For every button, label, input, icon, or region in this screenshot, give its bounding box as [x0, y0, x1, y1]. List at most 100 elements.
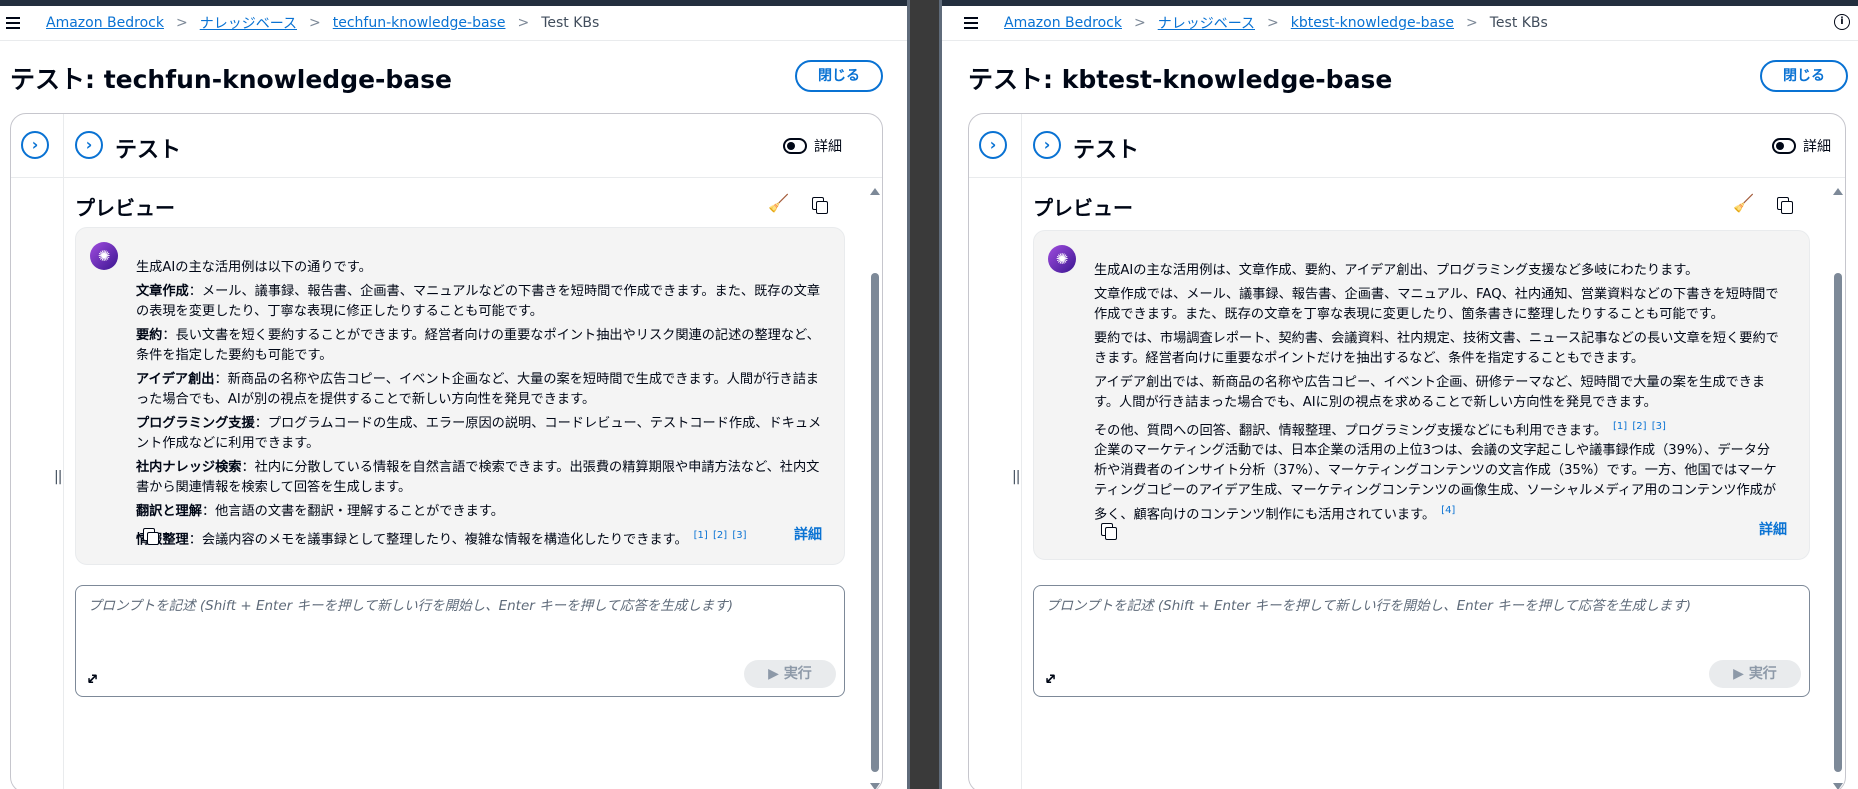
- citation-links[interactable]: [4]: [1441, 505, 1455, 516]
- drag-handle-icon[interactable]: ||: [1012, 469, 1021, 485]
- breadcrumb-knowledge-base[interactable]: ナレッジベース: [1158, 13, 1255, 33]
- scroll-down-icon[interactable]: [870, 783, 880, 789]
- title-row: テスト: techfun-knowledge-base 閉じる: [10, 56, 897, 96]
- preview-area: プレビュー 🧹 ✺ 生成AIの主な活用例は以下の通りです。 文章作成：メール、議…: [65, 178, 860, 789]
- collapse-column: ›: [11, 114, 64, 177]
- clear-brush-icon[interactable]: 🧹: [1733, 193, 1755, 215]
- hamburger-menu-icon[interactable]: [6, 16, 26, 30]
- prompt-input[interactable]: プロンプトを記述 (Shift + Enter キーを押して新しい行を開始し、E…: [1033, 585, 1810, 697]
- message-paragraph: その他、質問への回答、翻訳、情報整理、プログラミング支援などにも利用できます。 […: [1094, 417, 1783, 441]
- item-term: 社内ナレッジ検索: [136, 460, 242, 475]
- chevron-right-circle-icon[interactable]: ›: [75, 131, 103, 159]
- panel-title: テスト: [115, 138, 182, 163]
- copy-icon[interactable]: [1101, 523, 1117, 540]
- ai-brain-avatar-icon: ✺: [1048, 245, 1076, 273]
- test-panel: › › テスト 詳細 || プレビュー 🧹 ✺ 生成AIの主な活用例は、文章作成…: [968, 113, 1846, 789]
- prompt-input[interactable]: プロンプトを記述 (Shift + Enter キーを押して新しい行を開始し、E…: [75, 585, 845, 697]
- list-item: 情報整理：会議内容のメモを議事録として整理したり、複雑な情報を構造化したりできま…: [136, 526, 826, 550]
- panel-header: › › テスト 詳細: [11, 114, 882, 178]
- item-text: ：新商品の名称や広告コピー、イベント企画など、大量の案を短時間で生成できます。人…: [136, 372, 819, 407]
- play-icon: ▶: [1733, 666, 1749, 682]
- breadcrumb-separator-icon: >: [1267, 15, 1279, 31]
- run-label: 実行: [1748, 666, 1777, 682]
- scroll-down-icon[interactable]: [1833, 783, 1843, 789]
- toggle-label: 詳細: [814, 139, 842, 155]
- collapse-column: ›: [969, 114, 1022, 177]
- detail-link[interactable]: 詳細: [794, 524, 822, 544]
- message-paragraph: 文章作成では、メール、議事録、報告書、企画書、マニュアル、FAQ、社内通知、営業…: [1094, 287, 1779, 322]
- message-paragraph: 生成AIの主な活用例は、文章作成、要約、アイデア創出、プログラミング支援など多岐…: [1094, 263, 1699, 278]
- message-intro: 生成AIの主な活用例は以下の通りです。: [136, 260, 372, 275]
- toggle-switch-icon[interactable]: [1772, 138, 1796, 154]
- panel-title: テスト: [1073, 138, 1140, 163]
- prompt-placeholder: プロンプトを記述 (Shift + Enter キーを押して新しい行を開始し、E…: [1046, 598, 1691, 614]
- copy-icon[interactable]: [812, 197, 828, 214]
- breadcrumb-separator-icon: >: [175, 15, 188, 31]
- breadcrumb-separator-icon: >: [1466, 15, 1478, 31]
- scroll-thumb[interactable]: [1834, 273, 1842, 772]
- breadcrumb-bedrock[interactable]: Amazon Bedrock: [46, 15, 164, 31]
- breadcrumb: Amazon Bedrock > ナレッジベース > techfun-knowl…: [0, 6, 907, 41]
- right-pane: Amazon Bedrock > ナレッジベース > kbtest-knowle…: [942, 6, 1858, 789]
- chevron-right-circle-icon[interactable]: ›: [21, 131, 49, 159]
- chevron-right-circle-icon[interactable]: ›: [1033, 131, 1061, 159]
- message-body: 生成AIの主な活用例は以下の通りです。 文章作成：メール、議事録、報告書、企画書…: [136, 258, 826, 554]
- item-term: 翻訳と理解: [136, 504, 202, 519]
- list-item: 翻訳と理解：他言語の文書を翻訳・理解することができます。: [136, 502, 826, 522]
- toggle-switch-icon[interactable]: [783, 138, 807, 154]
- list-item: 要約：長い文書を短く要約することができます。経営者向けの重要なポイント抽出やリス…: [136, 326, 826, 366]
- item-text: ：長い文書を短く要約することができます。経営者向けの重要なポイント抽出やリスク関…: [136, 328, 820, 363]
- detail-toggle[interactable]: 詳細: [1772, 136, 1831, 156]
- test-panel: › › テスト 詳細 || プレビュー 🧹 ✺ 生成AIの主な活用例は以下の通り…: [10, 113, 883, 789]
- split-divider[interactable]: [907, 0, 942, 789]
- scrollbar[interactable]: [870, 178, 880, 789]
- citation-links[interactable]: [1] [2] [3]: [1613, 421, 1666, 432]
- item-text: ：会議内容のメモを議事録として整理したり、複雑な情報を構造化したりできます。: [188, 532, 688, 548]
- scroll-up-icon[interactable]: [1833, 188, 1843, 195]
- copy-icon[interactable]: [143, 528, 159, 545]
- breadcrumb-current: Test KBs: [541, 15, 600, 31]
- breadcrumb-separator-icon: >: [309, 15, 321, 31]
- panel-header: › › テスト 詳細: [969, 114, 1845, 178]
- preview-area: プレビュー 🧹 ✺ 生成AIの主な活用例は、文章作成、要約、アイデア創出、プログ…: [1023, 178, 1825, 789]
- expand-arrows-icon[interactable]: ↕: [81, 668, 103, 690]
- scrollbar[interactable]: [1833, 178, 1843, 789]
- clear-brush-icon[interactable]: 🧹: [768, 193, 790, 215]
- breadcrumb-separator-icon: >: [517, 15, 530, 31]
- breadcrumb-kb-name[interactable]: kbtest-knowledge-base: [1291, 15, 1454, 31]
- item-term: プログラミング支援: [136, 416, 255, 431]
- list-item: 社内ナレッジ検索：社内に分散している情報を自然言語で検索できます。出張費の精算期…: [136, 458, 826, 498]
- item-text: ：他言語の文書を翻訳・理解することができます。: [201, 504, 504, 519]
- hamburger-menu-icon[interactable]: [964, 16, 984, 30]
- toggle-label: 詳細: [1803, 139, 1831, 155]
- run-button[interactable]: ▶ 実行: [744, 660, 836, 688]
- preview-title: プレビュー: [1033, 196, 1133, 220]
- close-button[interactable]: 閉じる: [1760, 60, 1848, 92]
- item-text: ：メール、議事録、報告書、企画書、マニュアルなどの下書きを短時間で作成できます。…: [136, 284, 821, 319]
- page-title: テスト: kbtest-knowledge-base: [968, 65, 1393, 94]
- item-term: 文章作成: [136, 284, 189, 299]
- detail-toggle[interactable]: 詳細: [783, 136, 842, 156]
- message-paragraph: 要約では、市場調査レポート、契約書、会議資料、社内規定、技術文書、ニュース記事な…: [1094, 331, 1779, 366]
- copy-icon[interactable]: [1777, 197, 1793, 214]
- preview-title: プレビュー: [75, 196, 175, 220]
- breadcrumb-current: Test KBs: [1489, 15, 1548, 31]
- chevron-right-circle-icon[interactable]: ›: [979, 131, 1007, 159]
- close-button[interactable]: 閉じる: [795, 60, 883, 92]
- scroll-up-icon[interactable]: [870, 188, 880, 195]
- expand-arrows-icon[interactable]: ↕: [1039, 668, 1061, 690]
- run-label: 実行: [783, 666, 812, 682]
- breadcrumb-kb-name[interactable]: techfun-knowledge-base: [333, 15, 506, 31]
- citation-links[interactable]: [1] [2] [3]: [694, 530, 747, 541]
- run-button[interactable]: ▶ 実行: [1709, 660, 1801, 688]
- item-term: 要約: [136, 328, 163, 343]
- breadcrumb-separator-icon: >: [1133, 15, 1146, 31]
- drag-handle-icon[interactable]: ||: [54, 469, 63, 485]
- breadcrumb-knowledge-base[interactable]: ナレッジベース: [200, 13, 297, 33]
- detail-link[interactable]: 詳細: [1759, 519, 1787, 539]
- info-icon[interactable]: i: [1834, 14, 1850, 30]
- play-icon: ▶: [768, 666, 784, 682]
- scroll-thumb[interactable]: [871, 273, 879, 772]
- item-term: アイデア創出: [136, 372, 215, 387]
- breadcrumb-bedrock[interactable]: Amazon Bedrock: [1004, 15, 1122, 31]
